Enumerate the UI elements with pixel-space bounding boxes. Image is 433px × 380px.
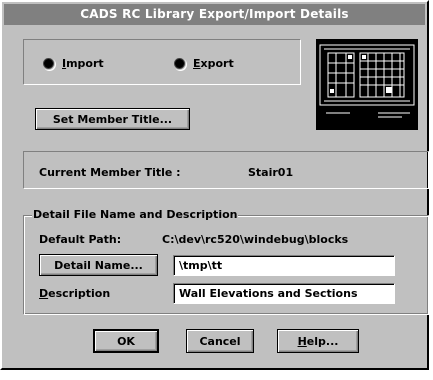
set-member-title-button[interactable]: Set Member Title... [35,108,190,130]
current-member-title-value: Stair01 [248,166,294,179]
detail-name-button[interactable]: Detail Name... [39,254,158,276]
export-radio-label: Export [193,57,234,70]
help-button[interactable]: Help... [277,329,359,353]
detail-group-label: Detail File Name and Description [32,208,239,221]
help-button-label: Help... [297,334,339,348]
background-edge [429,0,433,380]
export-import-dialog: CADS RC Library Export/Import Details Im… [0,0,429,370]
default-path-value: C:\dev\rc520\windebug\blocks [162,233,349,246]
ok-button[interactable]: OK [93,329,159,353]
import-radio[interactable]: Import [43,57,104,70]
import-radio-dot[interactable] [43,58,54,69]
description-input[interactable]: Wall Elevations and Sections [173,283,395,304]
detail-preview-thumbnail [316,39,418,130]
dialog-title: CADS RC Library Export/Import Details [4,4,425,25]
cancel-button[interactable]: Cancel [186,329,254,353]
description-label: Description [39,287,111,300]
detail-name-input[interactable]: \tmp\tt [173,255,395,276]
import-radio-label: Import [62,57,104,70]
default-path-label: Default Path: [39,233,122,246]
export-radio-dot[interactable] [174,58,185,69]
drawing-preview-icon [316,39,418,130]
export-radio[interactable]: Export [174,57,234,70]
current-member-title-label: Current Member Title : [39,166,181,179]
